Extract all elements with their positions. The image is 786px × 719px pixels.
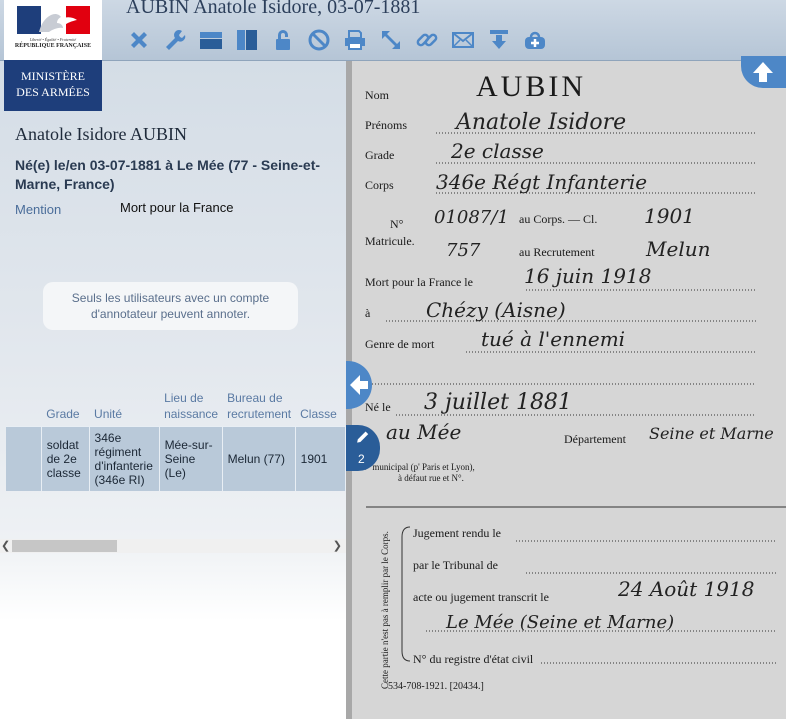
arrow-left-icon	[350, 375, 368, 395]
link-icon[interactable]	[414, 27, 440, 53]
horizontal-layout-icon[interactable]	[198, 27, 224, 53]
doc-label-matricule: Matricule.	[365, 234, 415, 248]
doc-label-genre: Genre de mort	[365, 337, 435, 351]
doc-label-registre: N° du registre d'état civil	[413, 652, 534, 666]
marianne-logo	[17, 6, 90, 34]
column-header-class[interactable]: Classe	[295, 384, 345, 427]
table-cell-class: 1901	[295, 426, 346, 491]
record-table: Grade Unité Lieu de naissance Bureau de …	[6, 384, 346, 491]
logo-republic: RÉPUBLIQUE FRANÇAISE	[14, 43, 92, 49]
doc-hw-classe: 1901	[644, 204, 695, 228]
doc-hw-numero: 01087/1	[434, 207, 509, 228]
vertical-layout-icon[interactable]	[234, 27, 260, 53]
table-cell-grade: soldat de 2e classe	[41, 426, 90, 491]
doc-name: AUBIN	[476, 70, 586, 103]
pencil-icon	[357, 431, 369, 443]
doc-hw-lieu-mort: Chézy (Aisne)	[426, 298, 566, 322]
mail-icon[interactable]	[450, 27, 476, 53]
doc-hw-grade: 2e classe	[450, 139, 544, 163]
forbidden-icon[interactable]	[306, 27, 332, 53]
column-header-blank	[6, 384, 41, 427]
table-cell-blank	[6, 426, 42, 491]
annotation-count: 2	[358, 452, 365, 466]
top-bar: AUBIN Anatole Isidore, 03-07-1881	[0, 0, 786, 61]
scroll-right-icon[interactable]: ❯	[333, 539, 342, 553]
doc-label-corps: Corps	[365, 178, 394, 192]
doc-label-prenoms: Prénoms	[365, 118, 407, 132]
mention-value: Mort pour la France	[120, 200, 234, 215]
doc-hw-date-naissance: 3 juillet 1881	[424, 390, 572, 415]
logo-motto: Liberté • Égalité • Fraternité	[29, 37, 77, 42]
collapse-panel-button[interactable]	[346, 361, 372, 409]
doc-label-departement: Département	[564, 432, 627, 446]
ministry-logo[interactable]: Liberté • Égalité • Fraternité RÉPUBLIQU…	[4, 0, 102, 111]
birth-info: Né(e) le/en 03-07-1881 à Le Mée (77 - Se…	[15, 157, 321, 192]
doc-hw-recrutement-no: 757	[446, 240, 481, 261]
doc-hw-genre: tué à l'ennemi	[481, 327, 625, 351]
column-header-grade[interactable]: Grade	[41, 384, 89, 427]
table-cell-birthplace: Mée-sur-Seine (Le)	[159, 426, 223, 491]
scroll-to-top-button[interactable]	[741, 56, 786, 88]
doc-hw-departement: Seine et Marne	[649, 424, 774, 443]
doc-label-mort: Mort pour la France le	[365, 275, 473, 289]
document-scan: AUBIN Nom Prénoms Grade Corps N° Matricu…	[346, 61, 786, 719]
table-header-row: Grade Unité Lieu de naissance Bureau de …	[6, 384, 346, 427]
download-icon[interactable]	[486, 27, 512, 53]
print-icon[interactable]	[342, 27, 368, 53]
toolbar	[126, 26, 548, 54]
doc-hw-recrutement: Melun	[645, 237, 710, 261]
logo-ministry-line2: DES ARMÉES	[16, 85, 90, 99]
arrow-up-icon	[753, 62, 773, 82]
table-cell-unit: 346e régiment d'infanterie (346e RI)	[89, 426, 160, 491]
doc-label-au-recrutement: au Recrutement	[519, 245, 595, 259]
doc-side-note: Cette partie n'est pas à remplir par le …	[380, 531, 390, 689]
lock-icon[interactable]	[270, 27, 296, 53]
doc-label-jugement: Jugement rendu le	[413, 526, 501, 540]
doc-label-acte: acte ou jugement transcrit le	[413, 590, 549, 604]
expand-icon[interactable]	[378, 27, 404, 53]
document-viewer[interactable]: AUBIN Nom Prénoms Grade Corps N° Matricu…	[346, 61, 786, 719]
doc-label-a: à	[365, 306, 371, 320]
wrench-icon[interactable]	[162, 27, 188, 53]
annotator-notice: Seuls les utilisateurs avec un compte d'…	[43, 282, 298, 330]
doc-hw-prenoms: Anatole Isidore	[454, 110, 626, 135]
doc-label-no: N°	[390, 217, 404, 231]
doc-label-defaut: à défaut rue et N°.	[398, 473, 464, 483]
doc-label-municipal: N° municipal (p' Paris et Lyon),	[360, 462, 475, 472]
doc-hw-transcrit: 24 Août 1918	[617, 577, 754, 601]
doc-label-nom: Nom	[365, 88, 390, 102]
table-row[interactable]: soldat de 2e classe 346e régiment d'infa…	[6, 426, 346, 491]
column-header-birthplace[interactable]: Lieu de naissance	[159, 384, 222, 427]
column-header-unit[interactable]: Unité	[89, 384, 159, 427]
scrollbar-thumb[interactable]	[12, 540, 117, 552]
logo-ministry-line1: MINISTÈRE	[21, 69, 85, 83]
doc-hw-corps: 346e Régt Infanterie	[436, 170, 647, 194]
add-to-basket-icon[interactable]	[522, 27, 548, 53]
mention-label: Mention	[15, 202, 62, 217]
close-icon[interactable]	[126, 27, 152, 53]
record-panel: Anatole Isidore AUBIN Né(e) le/en 03-07-…	[0, 61, 346, 719]
scroll-left-icon[interactable]: ❮	[1, 539, 10, 553]
doc-hw-lieu-naissance: au Mée	[386, 420, 461, 444]
doc-hw-transcrit-lieu: Le Mée (Seine et Marne)	[445, 612, 674, 633]
doc-hw-date-mort: 16 juin 1918	[524, 264, 651, 288]
doc-footer: 534-708-1921. [20434.]	[388, 681, 484, 692]
table-cell-recruitment: Melun (77)	[222, 426, 296, 491]
horizontal-scrollbar[interactable]: ❮ ❯	[0, 539, 346, 553]
doc-label-grade: Grade	[365, 148, 394, 162]
logo-ministry: MINISTÈRE DES ARMÉES	[4, 60, 102, 111]
person-name: Anatole Isidore AUBIN	[15, 124, 187, 144]
doc-label-au-corps: au Corps. — Cl.	[519, 212, 597, 226]
doc-label-tribunal: par le Tribunal de	[413, 558, 498, 572]
column-header-recruitment[interactable]: Bureau de recrutement	[222, 384, 295, 427]
page-title: AUBIN Anatole Isidore, 03-07-1881	[126, 0, 421, 18]
